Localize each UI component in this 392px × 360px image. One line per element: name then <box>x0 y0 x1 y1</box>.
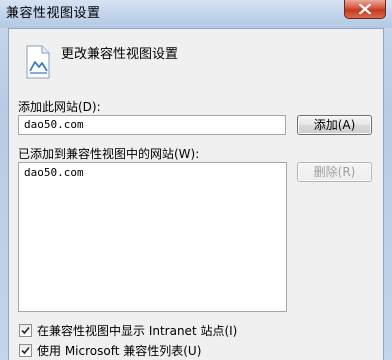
checkmark-icon <box>21 346 30 354</box>
microsoft-list-option-label: 使用 Microsoft 兼容性列表(U) <box>37 343 202 358</box>
added-sites-label: 已添加到兼容性视图中的网站(W): <box>18 147 200 161</box>
website-input[interactable]: dao50.com <box>18 115 286 135</box>
close-button[interactable] <box>344 0 386 19</box>
close-icon <box>359 4 371 14</box>
add-site-label: 添加此网站(D): <box>18 100 101 114</box>
compat-page-icon <box>26 45 50 79</box>
remove-button[interactable]: 删除(R) <box>297 162 372 182</box>
microsoft-list-checkbox[interactable] <box>19 343 32 357</box>
window-title: 兼容性视图设置 <box>6 6 101 21</box>
checkmark-icon <box>21 326 30 334</box>
dialog-body: 更改兼容性视图设置 添加此网站(D): dao50.com 添加(A) 已添加到… <box>8 28 384 360</box>
microsoft-list-option[interactable]: 使用 Microsoft 兼容性列表(U) <box>19 342 201 358</box>
title-bar[interactable]: 兼容性视图设置 <box>0 0 392 28</box>
header-text: 更改兼容性视图设置 <box>61 47 179 62</box>
intranet-option-label: 在兼容性视图中显示 Intranet 站点(I) <box>37 323 238 338</box>
list-item[interactable]: dao50.com <box>24 165 281 181</box>
intranet-option[interactable]: 在兼容性视图中显示 Intranet 站点(I) <box>19 322 237 338</box>
sites-list[interactable]: dao50.com <box>18 162 287 312</box>
compat-view-dialog: 兼容性视图设置 更改兼容性视图设置 添加此网站(D): dao50.com 添加… <box>0 0 392 360</box>
intranet-checkbox[interactable] <box>19 323 32 337</box>
add-button[interactable]: 添加(A) <box>297 115 372 135</box>
